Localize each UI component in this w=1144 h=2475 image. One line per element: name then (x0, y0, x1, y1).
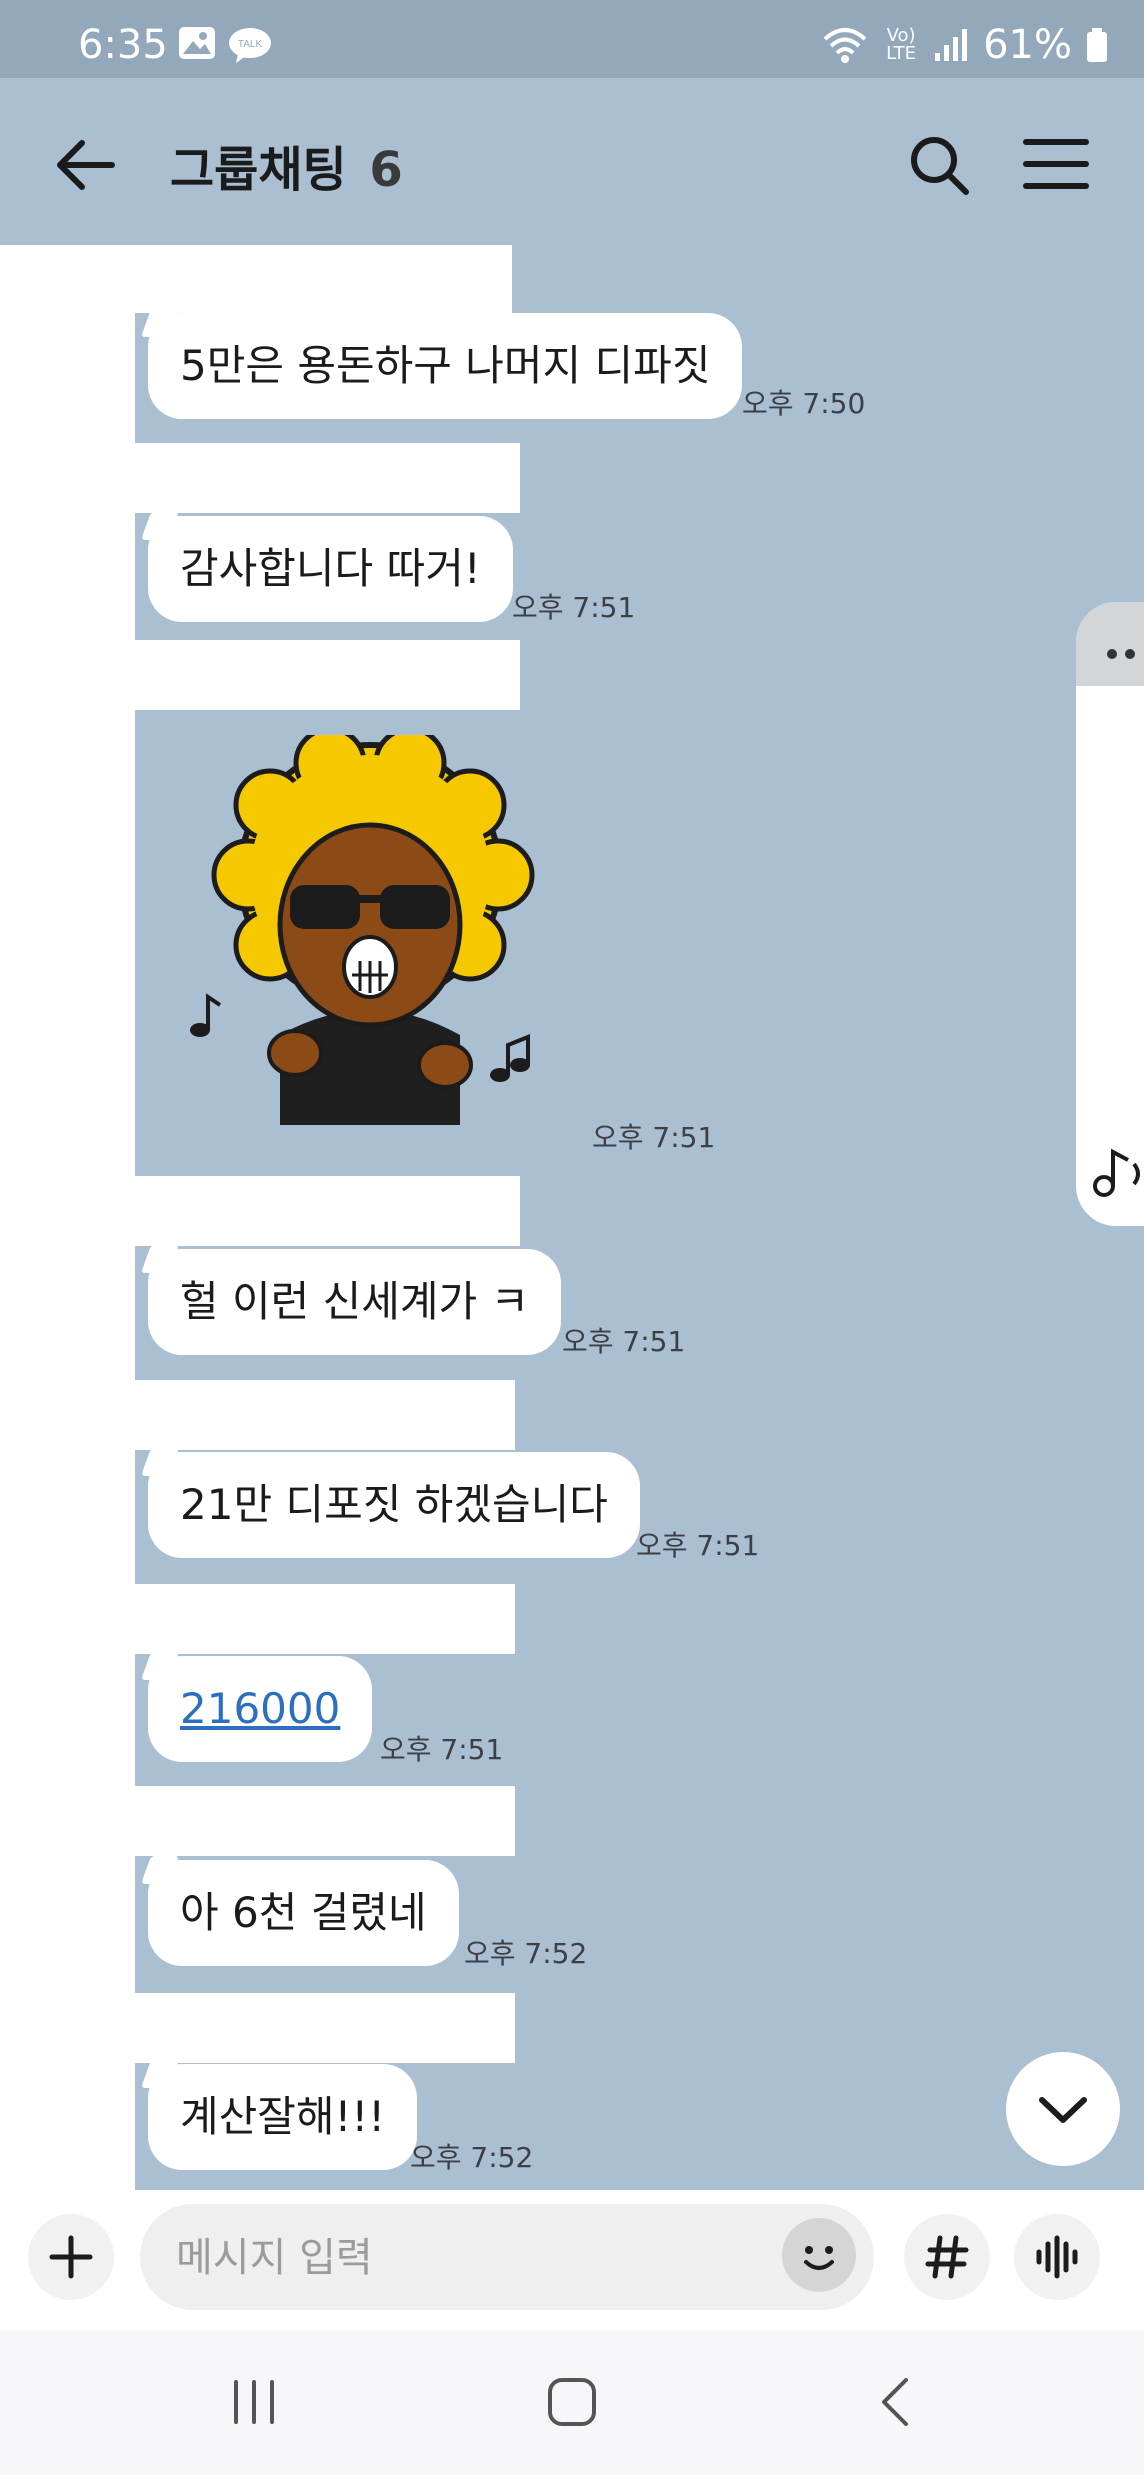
scroll-down-button[interactable] (1006, 2052, 1120, 2166)
message-bubble[interactable]: 헐 이런 신세계가 ㅋ (148, 1249, 562, 1355)
message-bubble[interactable]: 아 6천 걸렸네 (148, 1860, 459, 1966)
message-bubble[interactable]: 5만은 용돈하구 나머지 디파짓 (148, 313, 743, 419)
wifi-icon (823, 28, 867, 63)
message-time: 오후 7:52 (464, 1937, 588, 1970)
svg-text:TALK: TALK (238, 39, 263, 50)
voice-button[interactable] (1014, 2214, 1100, 2300)
talk-notification-icon: TALK (229, 28, 271, 63)
back-nav-icon[interactable] (868, 2374, 924, 2430)
message-text: 21만 디포짓 하겠습니다 (180, 1480, 608, 1529)
sender-strip (0, 1993, 135, 2190)
battery-icon (1087, 28, 1107, 62)
sender-strip (0, 1786, 135, 1994)
message-time: 오후 7:51 (636, 1529, 760, 1562)
voice-wave-icon (1036, 2235, 1078, 2279)
message-time: 오후 7:51 (512, 591, 636, 624)
message-input[interactable] (174, 2204, 778, 2312)
message-text: 헐 이런 신세계가 ㅋ (180, 1277, 530, 1326)
status-right-group: Vo) LTE 61% (821, 22, 1108, 68)
sender-strip (0, 1584, 135, 1787)
chat-header: 그룹채팅 6 (0, 78, 1144, 246)
message-input-bar (0, 2190, 1144, 2330)
message-time: 오후 7:51 (592, 1121, 716, 1154)
message-text: 감사합니다 따거! (180, 544, 481, 593)
message-input-box (140, 2204, 874, 2312)
chat-title-text: 그룹채팅 (170, 142, 347, 198)
member-count: 6 (369, 142, 403, 198)
music-side-panel[interactable] (1076, 602, 1144, 1226)
chevron-down-icon (1039, 2097, 1087, 2123)
gallery-notification-icon (179, 27, 215, 59)
sender-strip (0, 710, 135, 1176)
chat-title: 그룹채팅 6 (170, 130, 403, 200)
recent-apps-icon[interactable] (226, 2374, 282, 2430)
home-icon[interactable] (544, 2374, 600, 2430)
status-bar: 6:35 TALK Vo) LTE 61% (0, 0, 1144, 78)
attach-button[interactable] (28, 2214, 114, 2300)
system-nav-bar (0, 2330, 1144, 2475)
message-bubble[interactable]: 21만 디포짓 하겠습니다 (148, 1452, 640, 1558)
message-text: 5만은 용돈하구 나머지 디파짓 (180, 341, 711, 390)
sender-strip (0, 245, 135, 445)
message-text: 계산잘해!!! (180, 2092, 386, 2141)
message-text: 아 6천 걸렸네 (180, 1888, 427, 1937)
back-arrow-icon[interactable] (50, 130, 120, 200)
message-time: 오후 7:52 (410, 2141, 534, 2174)
message-link[interactable]: 216000 (180, 1684, 340, 1733)
sender-strip (0, 1176, 135, 1382)
status-time: 6:35 (78, 22, 168, 68)
message-bubble[interactable]: 감사합니다 따거! (148, 516, 513, 622)
afro-character-sticker[interactable] (180, 735, 550, 1135)
smiley-icon (804, 2246, 834, 2270)
signal-icon (935, 29, 968, 61)
plus-icon (49, 2235, 93, 2279)
message-time: 오후 7:51 (562, 1325, 686, 1358)
network-label: Vo) LTE (886, 25, 917, 64)
emoji-button[interactable] (782, 2218, 856, 2292)
music-note-icon (1093, 1148, 1140, 1197)
battery-percent: 61% (983, 22, 1072, 68)
menu-icon[interactable] (1020, 134, 1092, 194)
message-time: 오후 7:51 (380, 1733, 504, 1766)
hashtag-button[interactable] (904, 2214, 990, 2300)
sender-strip (0, 1380, 135, 1585)
panel-handle[interactable] (1076, 602, 1144, 686)
message-time: 오후 7:50 (742, 387, 866, 420)
search-icon[interactable] (904, 130, 974, 200)
notification-icons: TALK (178, 26, 274, 64)
more-dots-icon (1107, 649, 1135, 659)
hashtag-icon (925, 2235, 969, 2279)
sender-strip (0, 640, 520, 710)
message-bubble[interactable]: 216000 (148, 1656, 373, 1762)
message-bubble[interactable]: 계산잘해!!! (148, 2064, 418, 2170)
